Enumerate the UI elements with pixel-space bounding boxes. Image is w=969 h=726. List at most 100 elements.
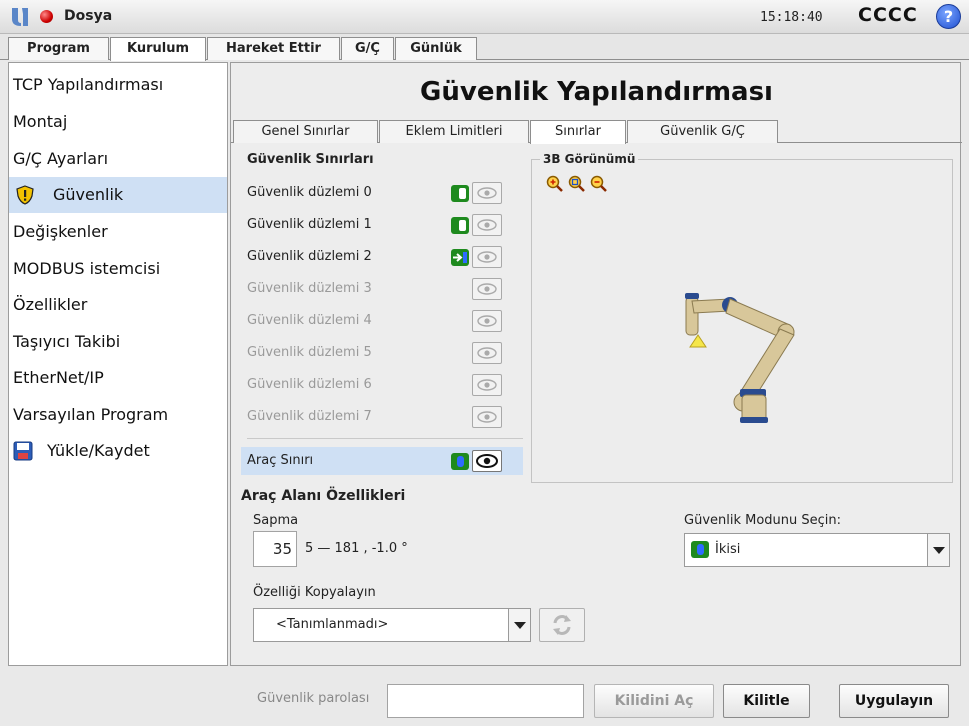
sidebar-item-label: Güvenlik bbox=[53, 185, 124, 204]
plane-trigger-toggle-icon[interactable] bbox=[451, 249, 469, 266]
3d-view-title: 3B Görünümü bbox=[540, 152, 639, 166]
eye-icon-button[interactable] bbox=[472, 310, 502, 332]
lock-button[interactable]: Kilitle bbox=[723, 684, 810, 718]
eye-icon-button[interactable] bbox=[472, 406, 502, 428]
sidebar-item-montaj[interactable]: Montaj bbox=[9, 104, 227, 140]
tab-gc[interactable]: G/Ç bbox=[341, 37, 394, 60]
sidebar-item-label: Yükle/Kaydet bbox=[47, 441, 150, 460]
refresh-button[interactable] bbox=[539, 608, 585, 642]
plane-label: Güvenlik düzlemi 3 bbox=[247, 281, 372, 296]
universal-robots-logo bbox=[12, 8, 28, 26]
arrow-right-icon bbox=[453, 252, 467, 263]
tab-joint-limits[interactable]: Eklem Limitleri bbox=[379, 120, 529, 143]
title-bar: Dosya 15:18:40 CCCC ? bbox=[0, 0, 969, 34]
eye-icon-button[interactable] bbox=[472, 278, 502, 300]
divider bbox=[247, 438, 523, 439]
plane-label: Güvenlik düzlemi 0 bbox=[247, 185, 372, 200]
tab-hareket-ettir[interactable]: Hareket Ettir bbox=[207, 37, 340, 60]
tool-limit-toggle-icon[interactable] bbox=[451, 453, 469, 470]
tab-safety-io[interactable]: Güvenlik G/Ç bbox=[627, 120, 778, 143]
sidebar-item-ethernet-ip[interactable]: EtherNet/IP bbox=[9, 360, 227, 396]
eye-icon-button[interactable] bbox=[472, 182, 502, 204]
list-item[interactable]: Güvenlik düzlemi 0 bbox=[241, 179, 523, 207]
eye-icon bbox=[476, 454, 498, 468]
plane-label: Güvenlik düzlemi 2 bbox=[247, 249, 372, 264]
eye-icon bbox=[477, 187, 497, 199]
main-panel: Güvenlik Yapılandırması Genel Sınırlar E… bbox=[230, 62, 962, 666]
list-item[interactable]: Güvenlik düzlemi 2 bbox=[241, 243, 523, 271]
plane-label: Güvenlik düzlemi 6 bbox=[247, 377, 372, 392]
warning-shield-icon bbox=[16, 185, 34, 205]
deviation-input[interactable]: 35 bbox=[253, 531, 297, 567]
sidebar-item-safety[interactable]: Güvenlik bbox=[9, 177, 227, 213]
mode-value: İkisi bbox=[715, 542, 741, 557]
zoom-fit-icon[interactable] bbox=[568, 175, 586, 193]
list-item[interactable]: Güvenlik düzlemi 7 bbox=[241, 403, 523, 431]
footer: Güvenlik parolası Kilidini Aç Kilitle Uy… bbox=[0, 672, 969, 726]
eye-icon-button[interactable] bbox=[472, 246, 502, 268]
sub-tabs: Genel Sınırlar Eklem Limitleri Sınırlar … bbox=[231, 119, 962, 144]
chevron-down-icon[interactable] bbox=[927, 534, 949, 566]
sidebar-item-tcp[interactable]: TCP Yapılandırması bbox=[9, 67, 227, 103]
safety-mode-select[interactable]: İkisi bbox=[684, 533, 950, 567]
eye-icon-button[interactable] bbox=[472, 450, 502, 472]
plane-label: Güvenlik düzlemi 7 bbox=[247, 409, 372, 424]
deviation-label: Sapma bbox=[253, 513, 299, 528]
eye-icon bbox=[477, 379, 497, 391]
tab-kurulum[interactable]: Kurulum bbox=[110, 37, 206, 61]
unlock-button[interactable]: Kilidini Aç bbox=[594, 684, 714, 718]
mode-label: Güvenlik Modunu Seçin: bbox=[684, 513, 842, 528]
tab-boundaries[interactable]: Sınırlar bbox=[530, 120, 626, 144]
main-tabs: Program Kurulum Hareket Ettir G/Ç Günlük bbox=[0, 34, 969, 61]
tab-general-limits[interactable]: Genel Sınırlar bbox=[233, 120, 378, 143]
3d-view[interactable]: 3B Görünümü bbox=[531, 152, 953, 483]
clock: 15:18:40 bbox=[760, 10, 823, 25]
eye-icon bbox=[477, 283, 497, 295]
tool-limit-label: Araç Sınırı bbox=[247, 453, 314, 468]
plane-label: Güvenlik düzlemi 5 bbox=[247, 345, 372, 360]
safety-boundaries-title: Güvenlik Sınırları bbox=[247, 152, 374, 167]
eye-icon bbox=[477, 315, 497, 327]
mode-toggle-icon bbox=[691, 541, 709, 558]
robot-arm-image bbox=[685, 293, 795, 423]
sidebar-item-conveyor[interactable]: Taşıyıcı Takibi bbox=[9, 324, 227, 360]
apply-button[interactable]: Uygulayın bbox=[839, 684, 949, 718]
file-menu-title[interactable]: Dosya bbox=[64, 8, 112, 24]
tab-program[interactable]: Program bbox=[8, 37, 109, 60]
copy-feature-value: <Tanımlanmadı> bbox=[276, 617, 389, 632]
sidebar-item-default-program[interactable]: Varsayılan Program bbox=[9, 397, 227, 433]
plane-toggle-icon[interactable] bbox=[451, 217, 469, 234]
help-icon[interactable]: ? bbox=[936, 4, 961, 29]
list-item[interactable]: Güvenlik düzlemi 6 bbox=[241, 371, 523, 399]
list-item[interactable]: Güvenlik düzlemi 1 bbox=[241, 211, 523, 239]
list-item[interactable]: Güvenlik düzlemi 4 bbox=[241, 307, 523, 335]
list-item[interactable]: Güvenlik düzlemi 5 bbox=[241, 339, 523, 367]
red-status-dot-icon[interactable] bbox=[40, 10, 53, 23]
sidebar-item-variables[interactable]: Değişkenler bbox=[9, 214, 227, 250]
eye-icon-button[interactable] bbox=[472, 342, 502, 364]
tool-limit-row[interactable]: Araç Sınırı bbox=[241, 447, 523, 475]
deviation-range: 5 — 181 , -1.0 ° bbox=[305, 541, 408, 556]
plane-label: Güvenlik düzlemi 1 bbox=[247, 217, 372, 232]
eye-icon-button[interactable] bbox=[472, 214, 502, 236]
copy-feature-label: Özelliği Kopyalayın bbox=[253, 585, 376, 600]
list-item[interactable]: Güvenlik düzlemi 3 bbox=[241, 275, 523, 303]
eye-icon bbox=[477, 347, 497, 359]
plane-label: Güvenlik düzlemi 4 bbox=[247, 313, 372, 328]
copy-feature-select[interactable]: <Tanımlanmadı> bbox=[253, 608, 531, 642]
sidebar-item-modbus[interactable]: MODBUS istemcisi bbox=[9, 251, 227, 287]
sidebar-item-features[interactable]: Özellikler bbox=[9, 287, 227, 323]
sidebar-item-load-save[interactable]: Yükle/Kaydet bbox=[9, 433, 227, 469]
eye-icon bbox=[477, 411, 497, 423]
zoom-out-icon[interactable] bbox=[590, 175, 608, 193]
password-input[interactable] bbox=[387, 684, 584, 718]
zoom-in-icon[interactable] bbox=[546, 175, 564, 193]
save-disk-icon bbox=[13, 441, 33, 461]
sidebar-item-io-settings[interactable]: G/Ç Ayarları bbox=[9, 141, 227, 177]
chevron-down-icon[interactable] bbox=[508, 609, 530, 641]
tool-props-title: Araç Alanı Özellikleri bbox=[241, 488, 406, 504]
plane-toggle-icon[interactable] bbox=[451, 185, 469, 202]
tab-gunluk[interactable]: Günlük bbox=[395, 37, 477, 60]
robot-name: CCCC bbox=[858, 4, 918, 26]
eye-icon-button[interactable] bbox=[472, 374, 502, 396]
